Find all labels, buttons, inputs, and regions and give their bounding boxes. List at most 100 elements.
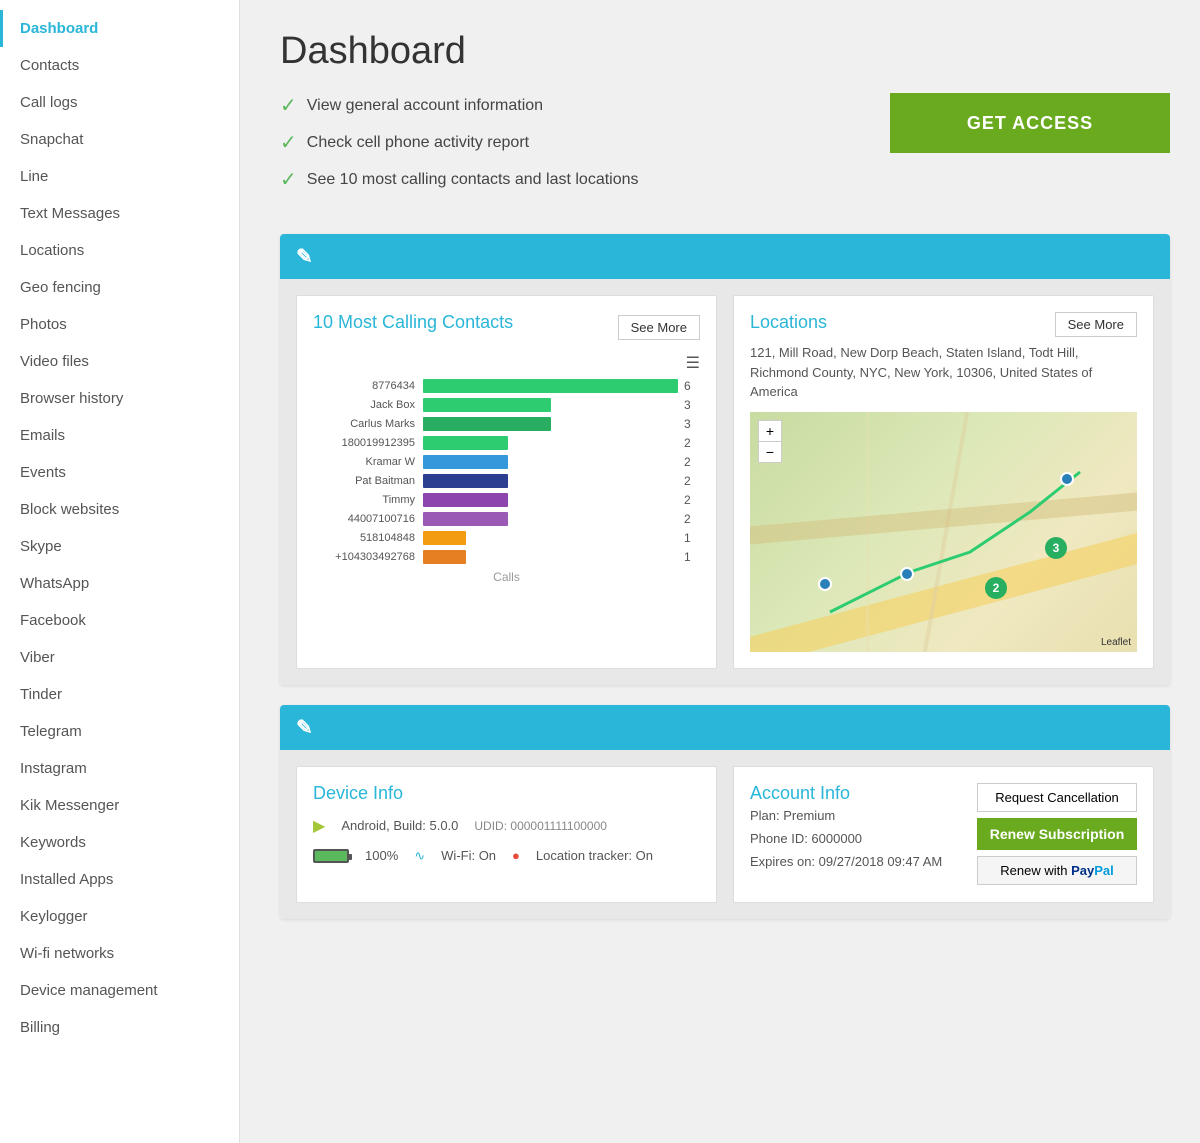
header-section: ✓View general account information ✓Check … xyxy=(280,93,1170,204)
panel-header: ✎ xyxy=(280,234,1170,279)
android-icon: ▶ xyxy=(313,816,325,836)
sidebar-item-emails[interactable]: Emails xyxy=(0,417,239,454)
main-content: Dashboard ✓View general account informat… xyxy=(240,0,1200,1143)
sidebar-item-skype[interactable]: Skype xyxy=(0,528,239,565)
bar-row: +104303492768 1 xyxy=(313,550,700,564)
bar-fill xyxy=(423,417,551,431)
sidebar-item-call-logs[interactable]: Call logs xyxy=(0,84,239,121)
get-access-button[interactable]: GET ACCESS xyxy=(890,93,1170,153)
bar-fill xyxy=(423,398,551,412)
device-status-row: 100% ∿ Wi-Fi: On ● Location tracker: On xyxy=(313,848,700,864)
bar-fill xyxy=(423,436,508,450)
device-info-card: Device Info ▶ Android, Build: 5.0.0 UDID… xyxy=(296,766,717,903)
udid-label: UDID: 000001111100000 xyxy=(474,819,607,833)
map-pin-3 xyxy=(818,577,832,591)
sidebar-item-facebook[interactable]: Facebook xyxy=(0,602,239,639)
wifi-label: Wi-Fi: On xyxy=(441,848,496,863)
contacts-card: 10 Most Calling Contacts See More ☰ 8776… xyxy=(296,295,717,669)
bar-fill xyxy=(423,455,508,469)
sidebar-item-browser-history[interactable]: Browser history xyxy=(0,380,239,417)
sidebar-item-events[interactable]: Events xyxy=(0,454,239,491)
bar-value: 2 xyxy=(684,455,700,469)
map-visual: 3 2 + − Leaflet xyxy=(750,412,1137,652)
locations-title: Locations xyxy=(750,312,827,333)
page-title: Dashboard xyxy=(280,30,1170,73)
bar-fill xyxy=(423,493,508,507)
renew-paypal-button[interactable]: Renew with PayPal xyxy=(977,856,1137,885)
account-info-left: Account Info Plan: Premium Phone ID: 600… xyxy=(750,783,961,886)
bar-row: 87764346 xyxy=(313,379,700,393)
map-zoom-controls: + − xyxy=(758,420,782,463)
sidebar-item-dashboard[interactable]: Dashboard xyxy=(0,10,239,47)
sidebar-item-video-files[interactable]: Video files xyxy=(0,343,239,380)
logo-icon: ✎ xyxy=(296,246,313,268)
feature-row: ✓Check cell phone activity report xyxy=(280,130,890,155)
bar-label: Jack Box xyxy=(313,399,423,411)
bar-track xyxy=(423,436,678,450)
account-details: Plan: Premium Phone ID: 6000000 Expires … xyxy=(750,804,961,874)
battery-icon xyxy=(313,848,349,864)
sidebar-item-device-management[interactable]: Device management xyxy=(0,972,239,1009)
account-buttons: Request Cancellation Renew Subscription … xyxy=(977,783,1137,885)
sidebar-item-geo-fencing[interactable]: Geo fencing xyxy=(0,269,239,306)
sidebar: DashboardContactsCall logsSnapchatLineTe… xyxy=(0,0,240,1143)
bar-row: Jack Box 3 xyxy=(313,398,700,412)
request-cancellation-button[interactable]: Request Cancellation xyxy=(977,783,1137,812)
feature-row: ✓View general account information xyxy=(280,93,890,118)
check-icon: ✓ xyxy=(280,167,297,192)
bar-track xyxy=(423,550,678,564)
account-info-title: Account Info xyxy=(750,783,850,803)
panel-device-account: ✎ Device Info ▶ Android, Build: 5.0.0 UD… xyxy=(280,705,1170,919)
sidebar-item-telegram[interactable]: Telegram xyxy=(0,713,239,750)
bar-value: 3 xyxy=(684,398,700,412)
panel2-header: ✎ xyxy=(280,705,1170,750)
sidebar-item-wi-fi-networks[interactable]: Wi-fi networks xyxy=(0,935,239,972)
map-zoom-out[interactable]: − xyxy=(759,442,781,462)
bar-row: 1800199123952 xyxy=(313,436,700,450)
check-icon: ✓ xyxy=(280,130,297,155)
sidebar-item-snapchat[interactable]: Snapchat xyxy=(0,121,239,158)
sidebar-item-installed-apps[interactable]: Installed Apps xyxy=(0,861,239,898)
feature-row: ✓See 10 most calling contacts and last l… xyxy=(280,167,890,192)
sidebar-item-billing[interactable]: Billing xyxy=(0,1009,239,1046)
bar-value: 1 xyxy=(684,531,700,545)
locations-see-more-button[interactable]: See More xyxy=(1055,312,1137,337)
sidebar-item-keylogger[interactable]: Keylogger xyxy=(0,898,239,935)
sidebar-item-tinder[interactable]: Tinder xyxy=(0,676,239,713)
bar-fill xyxy=(423,550,466,564)
battery-label: 100% xyxy=(365,848,398,863)
bar-track xyxy=(423,398,678,412)
sidebar-item-whatsapp[interactable]: WhatsApp xyxy=(0,565,239,602)
renew-subscription-button[interactable]: Renew Subscription xyxy=(977,818,1137,850)
map-zoom-in[interactable]: + xyxy=(759,421,781,442)
calls-chart: ☰ 87764346Jack Box3Carlus Marks318001991… xyxy=(313,353,700,584)
map-area: 3 2 + − Leaflet xyxy=(750,412,1137,652)
chart-x-label: Calls xyxy=(313,570,700,584)
location-tracker-label: Location tracker: On xyxy=(536,848,653,863)
sidebar-item-photos[interactable]: Photos xyxy=(0,306,239,343)
sidebar-item-viber[interactable]: Viber xyxy=(0,639,239,676)
sidebar-item-kik-messenger[interactable]: Kik Messenger xyxy=(0,787,239,824)
sidebar-item-instagram[interactable]: Instagram xyxy=(0,750,239,787)
sidebar-item-block-websites[interactable]: Block websites xyxy=(0,491,239,528)
expires-row: Expires on: 09/27/2018 09:47 AM xyxy=(750,850,961,873)
sidebar-item-keywords[interactable]: Keywords xyxy=(0,824,239,861)
map-pin-2 xyxy=(1060,472,1074,486)
sidebar-item-text-messages[interactable]: Text Messages xyxy=(0,195,239,232)
paypal-renew-text: Renew with xyxy=(1000,863,1067,878)
chart-menu-icon[interactable]: ☰ xyxy=(313,353,700,373)
bar-label: +104303492768 xyxy=(313,551,423,563)
bar-value: 1 xyxy=(684,550,700,564)
phone-id-row: Phone ID: 6000000 xyxy=(750,827,961,850)
bar-value: 2 xyxy=(684,512,700,526)
bar-track xyxy=(423,493,678,507)
paypal-brand: PayPal xyxy=(1071,863,1114,878)
sidebar-item-line[interactable]: Line xyxy=(0,158,239,195)
sidebar-item-locations[interactable]: Locations xyxy=(0,232,239,269)
contacts-see-more-button[interactable]: See More xyxy=(618,315,700,340)
sidebar-item-contacts[interactable]: Contacts xyxy=(0,47,239,84)
bar-track xyxy=(423,531,678,545)
bar-value: 3 xyxy=(684,417,700,431)
account-info-card: Account Info Plan: Premium Phone ID: 600… xyxy=(733,766,1154,903)
location-address: 121, Mill Road, New Dorp Beach, Staten I… xyxy=(750,343,1137,402)
